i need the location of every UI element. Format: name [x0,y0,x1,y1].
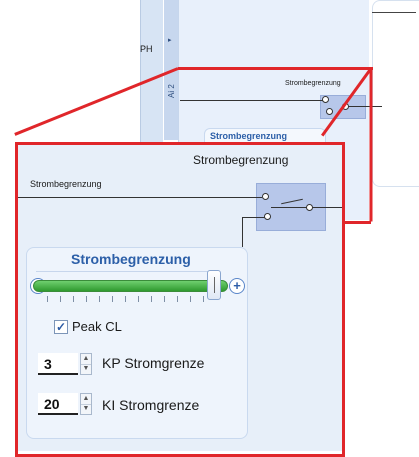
side-label: PH [140,44,153,54]
small-switch-node [326,108,333,115]
small-switch-node [322,96,329,103]
tab-arrow-icon[interactable]: ▸ [168,36,172,44]
small-panel-title: Strombegrenzung [210,131,288,141]
vertical-tab-label[interactable]: Ai 2 [167,84,176,98]
background-right-topline [372,12,416,13]
zoom-frame-bottom-line [344,221,371,224]
zoom-frame-top-line [178,67,373,70]
small-signal-line [180,100,324,101]
zoom-frame-right-line [369,68,373,222]
small-limit-label: Strombegrenzung [285,80,341,87]
zoom-frame [15,142,345,457]
background-right-card [372,0,419,187]
